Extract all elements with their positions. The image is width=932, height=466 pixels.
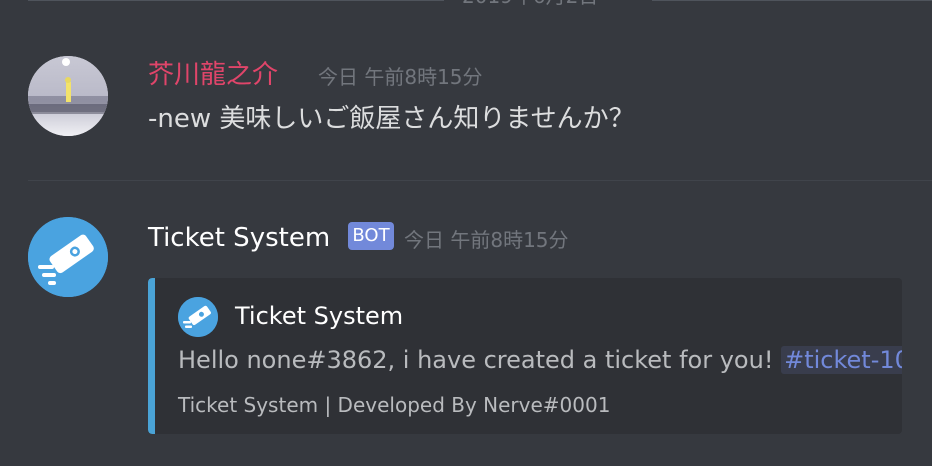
channel-mention-link[interactable]: #ticket-10: [781, 346, 902, 374]
date-label: 2019年6月2日: [462, 0, 598, 8]
user-avatar-image: [28, 56, 108, 136]
embed-author-icon: [178, 297, 218, 337]
embed-author-name: Ticket System: [235, 302, 404, 330]
username[interactable]: 芥川龍之介: [148, 60, 278, 90]
embed-description: Hello none#3862, i have created a ticket…: [178, 344, 902, 376]
divider-line-left: [28, 0, 444, 1]
message-content: -new 美味しいご飯屋さん知りませんか？: [148, 104, 635, 134]
message-embed: Ticket System Hello none#3862, i have cr…: [148, 278, 902, 434]
message-timestamp: 今日 午前8時15分: [404, 228, 569, 252]
message-separator: [28, 180, 932, 181]
ticket-rocket-icon: [28, 217, 108, 297]
message-timestamp: 今日 午前8時15分: [318, 65, 483, 89]
user-avatar[interactable]: [28, 56, 108, 136]
ticket-rocket-icon: [178, 297, 218, 337]
date-divider: 2019年6月2日: [0, 0, 932, 12]
embed-accent-bar: [148, 278, 155, 434]
divider-line-right: [652, 0, 932, 1]
embed-footer: Ticket System | Developed By Nerve#0001: [178, 393, 611, 417]
bot-avatar[interactable]: [28, 217, 108, 297]
bot-badge: BOT: [348, 222, 394, 250]
bot-username[interactable]: Ticket System: [148, 223, 330, 253]
embed-description-text: Hello none#3862, i have created a ticket…: [178, 346, 774, 374]
